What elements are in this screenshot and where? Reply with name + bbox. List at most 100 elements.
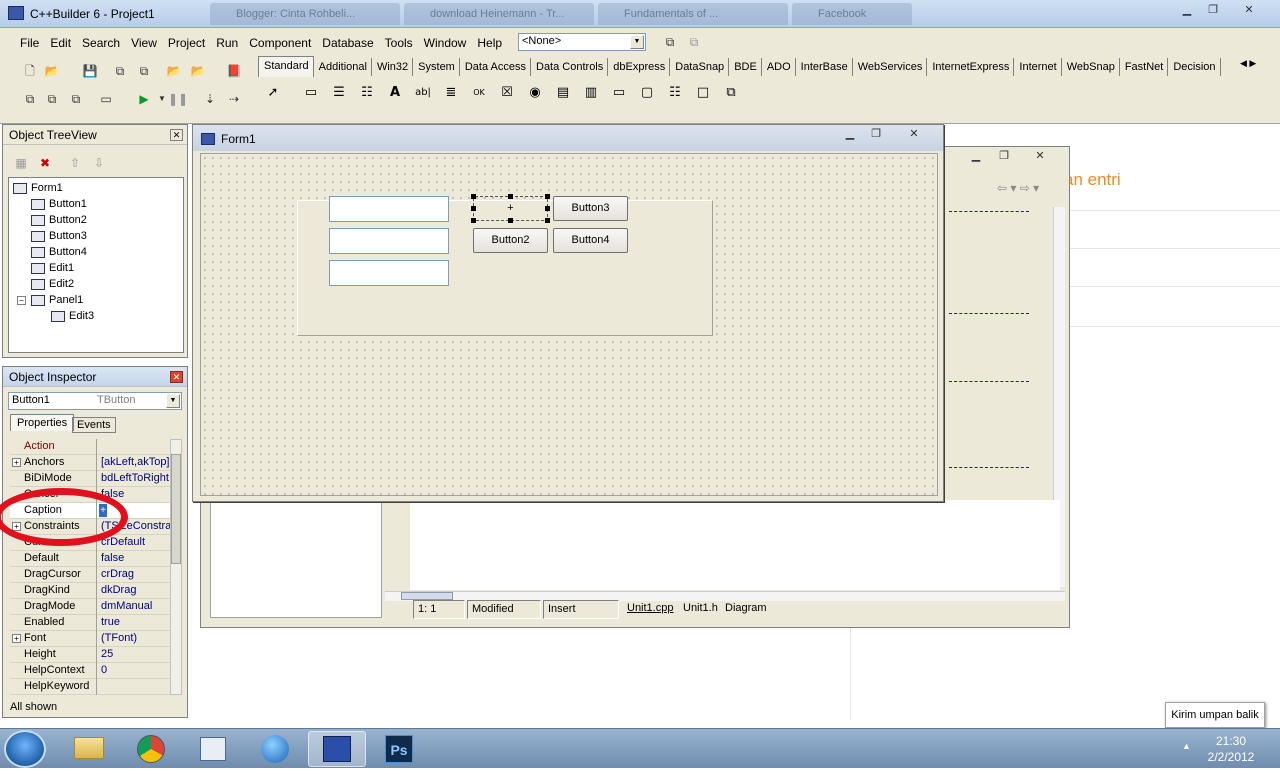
new-icon[interactable]: 🗋 — [20, 61, 40, 81]
palette-tab-data-controls[interactable]: Data Controls — [531, 58, 609, 76]
help-book-icon[interactable]: 📕 — [224, 61, 244, 81]
tree-node-panel1[interactable]: Panel1 — [31, 292, 83, 308]
start-button[interactable] — [4, 730, 46, 768]
resize-handle[interactable] — [545, 194, 550, 199]
photoshop-icon[interactable]: Ps — [370, 731, 428, 767]
groupbox-icon[interactable]: ▢ — [636, 82, 658, 104]
close-icon[interactable]: ✕ — [901, 127, 927, 143]
mainmenu-icon[interactable]: ☰ — [328, 82, 350, 104]
set-debug-desktop-icon[interactable]: ⧉ — [684, 32, 704, 52]
add-file-icon[interactable]: 📂 — [164, 61, 184, 81]
palette-tab-additional[interactable]: Additional — [314, 58, 372, 76]
toggle-form-unit-icon[interactable]: ⧉ — [66, 89, 86, 109]
background-tab[interactable]: Fundamentals of ... — [598, 3, 788, 25]
explorer-icon[interactable] — [60, 731, 118, 767]
tree-node-button2[interactable]: Button2 — [31, 212, 87, 228]
inspector-scrollbar[interactable] — [170, 439, 182, 695]
palette-tab-ado[interactable]: ADO — [762, 58, 796, 76]
scroll-thumb[interactable] — [401, 592, 453, 600]
property-value[interactable]: 0 — [99, 663, 170, 679]
listbox-icon[interactable]: ▤ — [552, 82, 574, 104]
tree-node-button4[interactable]: Button4 — [31, 244, 87, 260]
property-value[interactable]: [akLeft,akTop] — [99, 455, 170, 471]
palette-tab-fastnet[interactable]: FastNet — [1120, 58, 1169, 76]
resize-handle[interactable] — [545, 218, 550, 223]
close-icon[interactable]: ✕ — [170, 129, 183, 141]
trace-into-icon[interactable]: ⇣ — [200, 89, 220, 109]
save-desktop-icon[interactable]: ⧉ — [660, 32, 680, 52]
feedback-tooltip[interactable]: Kirim umpan balik — [1165, 702, 1265, 728]
tree-node-edit2[interactable]: Edit2 — [31, 276, 74, 292]
palette-tab-datasnap[interactable]: DataSnap — [670, 58, 730, 76]
property-row[interactable]: Height 25 — [10, 647, 170, 663]
open-project-icon[interactable]: ⧉ — [134, 61, 154, 81]
property-row[interactable]: BiDiMode bdLeftToRight — [10, 471, 170, 487]
chrome-icon[interactable] — [122, 731, 180, 767]
button-icon[interactable]: OK — [468, 82, 490, 104]
tree-node-edit3[interactable]: Edit3 — [51, 308, 94, 324]
property-row[interactable]: + Anchors [akLeft,akTop] — [10, 455, 170, 471]
code-area[interactable] — [210, 500, 382, 618]
new-form-icon[interactable]: ▭ — [96, 89, 116, 109]
palette-tab-webservices[interactable]: WebServices — [853, 58, 928, 76]
tab-unit1-cpp[interactable]: Unit1.cpp — [627, 602, 673, 614]
property-row[interactable]: Action — [10, 439, 170, 455]
tray-arrow-icon[interactable]: ▲ — [1182, 741, 1191, 751]
property-row[interactable]: HelpKeyword — [10, 679, 170, 695]
tab-unit1-h[interactable]: Unit1.h — [683, 602, 718, 614]
menu-view[interactable]: View — [125, 34, 162, 54]
menu-help[interactable]: Help — [471, 34, 507, 54]
frames-icon[interactable]: ▭ — [300, 82, 322, 104]
background-tab[interactable]: Blogger: Cinta Rohbeli... — [210, 3, 400, 25]
minimize-icon[interactable]: ▁ — [837, 127, 863, 143]
property-value[interactable]: crDefault — [99, 535, 170, 551]
property-value[interactable]: true — [99, 615, 170, 631]
background-tab[interactable]: download Heinemann - Tr... — [404, 3, 594, 25]
tab-diagram[interactable]: Diagram — [725, 602, 767, 614]
globe-icon[interactable] — [246, 731, 304, 767]
palette-tab-standard[interactable]: Standard — [258, 56, 314, 77]
menu-component[interactable]: Component — [243, 34, 316, 54]
property-row[interactable]: Default false — [10, 551, 170, 567]
property-row[interactable]: + Font (TFont) — [10, 631, 170, 647]
pointer-icon[interactable]: ➚ — [262, 82, 284, 104]
save-icon[interactable]: 💾 — [80, 61, 100, 81]
run-icon[interactable]: ▶ — [134, 89, 154, 109]
combobox-icon[interactable]: ▥ — [580, 82, 602, 104]
tree-node-edit1[interactable]: Edit1 — [31, 260, 74, 276]
background-tab[interactable]: Facebook — [792, 3, 912, 25]
palette-tab-websnap[interactable]: WebSnap — [1062, 58, 1120, 76]
property-value[interactable]: crDrag — [99, 567, 170, 583]
new-item-icon[interactable]: ▦ — [11, 153, 31, 173]
tree-node-form1[interactable]: Form1 — [13, 180, 63, 196]
menu-window[interactable]: Window — [418, 34, 472, 54]
nav-back-forward-icons[interactable]: ⇦ ▾ ⇨ ▾ — [997, 181, 1039, 195]
chevron-down-icon[interactable]: ▼ — [166, 394, 180, 408]
panel-icon[interactable]: □ — [692, 82, 714, 104]
tree-node-button1[interactable]: Button1 — [31, 196, 87, 212]
code-editor-white[interactable] — [410, 500, 1060, 590]
step-over-icon[interactable]: ⇢ — [224, 89, 244, 109]
menu-edit[interactable]: Edit — [44, 34, 76, 54]
palette-tab-data-access[interactable]: Data Access — [460, 58, 531, 76]
edit3[interactable] — [329, 260, 449, 286]
tree-node-button3[interactable]: Button3 — [31, 228, 87, 244]
menu-run[interactable]: Run — [210, 34, 243, 54]
move-up-icon[interactable]: ⇧ — [65, 153, 85, 173]
label-icon[interactable]: A — [384, 82, 406, 104]
move-down-icon[interactable]: ⇩ — [89, 153, 109, 173]
maximize-icon[interactable]: ❐ — [863, 127, 889, 143]
palette-tab-system[interactable]: System — [413, 58, 460, 76]
menu-project[interactable]: Project — [162, 34, 210, 54]
tab-properties[interactable]: Properties — [10, 414, 75, 431]
button3[interactable]: Button3 — [553, 196, 628, 221]
open-icon[interactable]: 📂 — [42, 61, 62, 81]
resize-handle[interactable] — [471, 218, 476, 223]
cppbuilder-taskbar-icon[interactable] — [308, 731, 366, 767]
resize-handle[interactable] — [508, 194, 513, 199]
scroll-thumb[interactable] — [171, 454, 181, 564]
popupmenu-icon[interactable]: ☷ — [356, 82, 378, 104]
close-icon[interactable]: ✕ — [1236, 3, 1262, 19]
property-value[interactable] — [99, 679, 170, 695]
palette-scroll-arrows[interactable]: ◀ ▶ — [1240, 58, 1256, 69]
